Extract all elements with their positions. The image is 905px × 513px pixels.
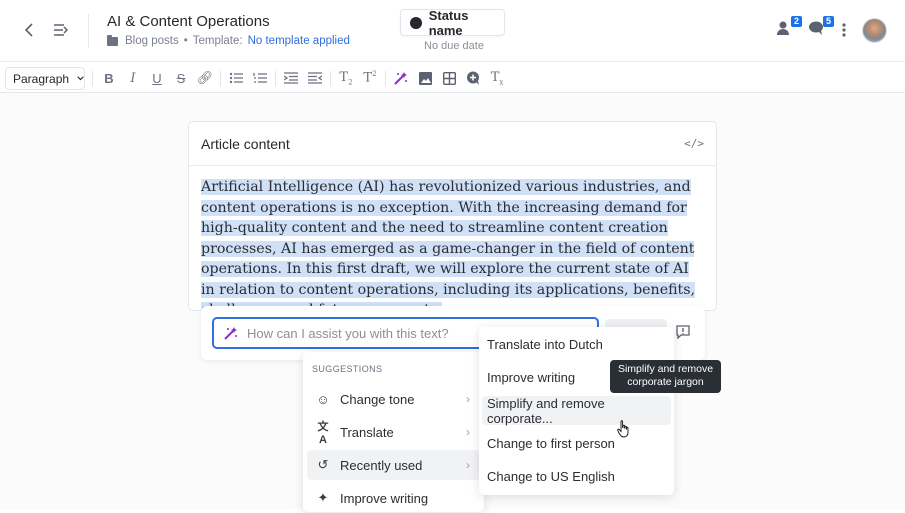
folder-icon: [107, 34, 118, 46]
code-view-icon[interactable]: </>: [684, 137, 704, 150]
bold-icon: B: [104, 70, 114, 86]
outdent-icon: [308, 72, 322, 84]
feedback-icon: [676, 325, 690, 340]
submenu-item[interactable]: Change to US English: [482, 462, 671, 491]
hand-cursor-icon: [617, 420, 629, 438]
breadcrumb: Blog posts • Template: No template appli…: [107, 34, 350, 47]
submenu-item[interactable]: Translate into Dutch: [482, 330, 671, 359]
folder-link[interactable]: Blog posts: [125, 35, 179, 47]
comments-icon: [809, 21, 823, 35]
article-body[interactable]: Artificial Intelligence (AI) has revolut…: [201, 177, 706, 321]
italic-icon: I: [130, 70, 136, 86]
card-title: Article content: [201, 135, 290, 152]
indent-button[interactable]: [282, 69, 300, 87]
ai-magic-icon: [394, 72, 407, 85]
link-button[interactable]: 🔗︎: [196, 69, 214, 87]
status-dot-icon: [410, 16, 422, 29]
chevron-right-icon: ›: [466, 458, 470, 472]
superscript-button[interactable]: T2: [361, 69, 379, 87]
toolbar-divider: [330, 71, 331, 86]
divider: [88, 14, 89, 48]
header: AI & Content Operations Blog posts • Tem…: [0, 0, 905, 62]
paragraph-select[interactable]: Paragraph: [5, 67, 85, 90]
italic-button[interactable]: I: [124, 69, 142, 87]
submenu-item[interactable]: Change to first person: [482, 429, 671, 458]
user-icon: [777, 21, 789, 35]
history-icon: ↺: [317, 457, 329, 472]
submenu-item[interactable]: Simplify and remove corporate...: [482, 396, 671, 426]
due-date[interactable]: No due date: [424, 40, 484, 52]
chevron-left-icon: [24, 23, 33, 37]
indent-icon: [284, 72, 298, 84]
translate-icon: 文A: [317, 421, 329, 446]
chevron-down-icon: [77, 76, 84, 81]
image-button[interactable]: [416, 69, 434, 87]
status-label: Status name: [428, 7, 469, 38]
avatar[interactable]: [862, 18, 887, 43]
selected-text[interactable]: Artificial Intelligence (AI) has revolut…: [201, 179, 696, 318]
clear-format-icon: Tx: [490, 69, 504, 87]
toolbar-divider: [385, 71, 386, 86]
underline-icon: U: [152, 70, 162, 86]
suggestions-heading: SUGGESTIONS: [312, 364, 383, 374]
comments-badge: 5: [823, 16, 834, 27]
comment-icon: [467, 71, 479, 85]
underline-button[interactable]: U: [148, 69, 166, 87]
assignees-button[interactable]: 2: [776, 16, 802, 40]
comments-button[interactable]: 5: [808, 16, 834, 40]
article-content-card: Article content </> Artificial Intellige…: [188, 121, 717, 318]
status-button[interactable]: Status name: [400, 7, 505, 38]
ai-assist-button[interactable]: [392, 69, 410, 87]
menu-item-recently-used[interactable]: ↺ Recently used ›: [307, 450, 480, 480]
menu-item-change-tone[interactable]: ☺ Change tone ›: [307, 384, 480, 414]
menu-item-label: Translate: [340, 424, 394, 440]
subscript-icon: T2: [339, 69, 353, 87]
numbered-list-button[interactable]: [251, 69, 269, 87]
toggle-sidebar-button[interactable]: [50, 20, 72, 40]
comment-button[interactable]: [464, 69, 482, 87]
kebab-icon: [842, 23, 846, 37]
image-icon: [418, 71, 432, 85]
bold-button[interactable]: B: [100, 69, 118, 87]
toolbar-divider: [220, 71, 221, 86]
chevron-right-icon: ›: [466, 425, 470, 439]
back-button[interactable]: [20, 20, 40, 40]
more-options-button[interactable]: [838, 20, 850, 40]
outdent-button[interactable]: [306, 69, 324, 87]
suggestions-menu: SUGGESTIONS ☺ Change tone › 文A Translate…: [303, 352, 484, 512]
link-icon: 🔗︎: [196, 70, 214, 85]
template-label: Template:: [192, 35, 243, 47]
menu-item-label: Change tone: [340, 391, 415, 407]
table-button[interactable]: [440, 69, 458, 87]
bullet-list-button[interactable]: [227, 69, 245, 87]
menu-item-label: Improve writing: [340, 490, 429, 506]
clear-format-button[interactable]: Tx: [488, 69, 506, 87]
page-title: AI & Content Operations: [107, 13, 270, 30]
menu-item-label: Recently used: [340, 457, 423, 473]
ai-magic-icon: [224, 327, 237, 340]
template-link[interactable]: No template applied: [248, 35, 350, 47]
feedback-button[interactable]: [676, 325, 692, 341]
table-icon: [442, 71, 456, 85]
subscript-button[interactable]: T2: [337, 69, 355, 87]
menu-item-translate[interactable]: 文A Translate ›: [307, 417, 480, 447]
collapse-icon: [54, 24, 69, 36]
recently-used-submenu: Translate into Dutch Improve writing Sim…: [479, 327, 674, 495]
toolbar-divider: [92, 71, 93, 86]
superscript-icon: T2: [363, 70, 377, 86]
separator-dot: •: [183, 35, 188, 47]
strikethrough-button[interactable]: S: [172, 69, 190, 87]
smiley-icon: ☺: [316, 391, 330, 407]
editor-toolbar: Paragraph B I U S 🔗︎ T2 T2 Tx: [0, 62, 905, 93]
numbered-list-icon: [253, 73, 267, 83]
sparkle-icon: ✦: [317, 490, 329, 505]
strikethrough-icon: S: [176, 70, 186, 86]
assignees-badge: 2: [791, 16, 802, 27]
chevron-right-icon: ›: [466, 392, 470, 406]
paragraph-select-label: Paragraph: [13, 71, 70, 86]
tooltip: Simplify and remove corporate jargon: [610, 360, 721, 393]
bullet-list-icon: [229, 72, 243, 84]
toolbar-divider: [275, 71, 276, 86]
